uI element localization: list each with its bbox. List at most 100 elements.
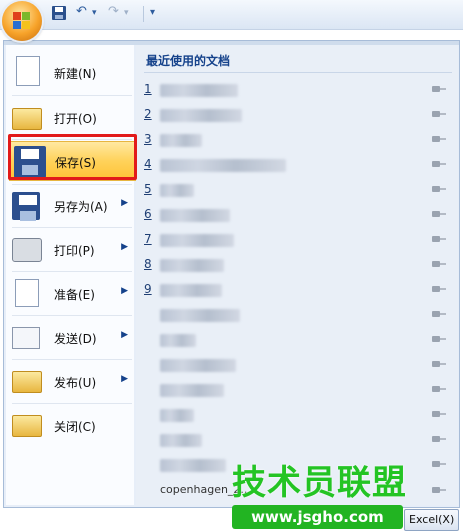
recent-doc-name	[160, 334, 196, 347]
quick-access-toolbar: ↶ ▾ ↷ ▾ ▾	[0, 0, 463, 30]
pin-icon[interactable]	[432, 84, 446, 94]
pin-icon[interactable]	[432, 259, 446, 269]
recent-doc-number: 6	[144, 207, 152, 221]
pin-icon[interactable]	[432, 284, 446, 294]
menu-item-open[interactable]: 打开(O)	[6, 98, 134, 138]
menu-divider	[12, 271, 132, 272]
menu-divider	[12, 403, 132, 404]
undo-dropdown-icon[interactable]: ▾	[92, 8, 97, 18]
recent-doc-row[interactable]	[136, 303, 458, 327]
publish-icon	[12, 371, 42, 393]
recent-documents-title: 最近使用的文档	[146, 54, 231, 68]
pin-icon[interactable]	[432, 434, 446, 444]
pin-icon[interactable]	[432, 209, 446, 219]
recent-doc-name	[160, 359, 236, 372]
redo-dropdown-icon[interactable]: ▾	[124, 8, 129, 18]
pin-icon[interactable]	[432, 384, 446, 394]
recent-title-divider	[144, 72, 452, 73]
recent-doc-number: 4	[144, 157, 152, 171]
recent-doc-row[interactable]	[136, 353, 458, 377]
menu-item-label: 另存为(A)	[54, 200, 108, 214]
pin-icon[interactable]	[432, 159, 446, 169]
menu-item-label: 准备(E)	[54, 288, 95, 302]
pin-icon[interactable]	[432, 309, 446, 319]
menu-item-publish[interactable]: 发布(U) ▶	[6, 362, 134, 402]
recent-doc-number: 2	[144, 107, 152, 121]
recent-doc-row[interactable]: 8	[136, 253, 458, 277]
recent-doc-row[interactable]: 6	[136, 203, 458, 227]
recent-doc-name	[160, 434, 202, 447]
recent-doc-row[interactable]: 5	[136, 178, 458, 202]
recent-doc-row[interactable]: 7	[136, 228, 458, 252]
menu-item-label: 打印(P)	[54, 244, 95, 258]
recent-doc-name	[160, 159, 286, 172]
pin-icon[interactable]	[432, 134, 446, 144]
recent-doc-number: 1	[144, 82, 152, 96]
redo-icon[interactable]: ↷	[108, 4, 119, 19]
menu-divider	[12, 315, 132, 316]
qat-save-icon[interactable]	[52, 6, 66, 20]
recent-doc-name	[160, 459, 226, 472]
menu-item-new[interactable]: 新建(N)	[6, 53, 134, 93]
pin-icon[interactable]	[432, 485, 446, 495]
pin-icon[interactable]	[432, 334, 446, 344]
recent-doc-row[interactable]	[136, 403, 458, 427]
recent-doc-number: 7	[144, 232, 152, 246]
pin-icon[interactable]	[432, 409, 446, 419]
menu-divider	[12, 227, 132, 228]
recent-doc-name	[160, 184, 194, 197]
office-menu: 新建(N) 打开(O) 保存(S) 另存为(A) ▶ 打印(P) ▶ 准备(E)…	[3, 40, 460, 508]
menu-item-prepare[interactable]: 准备(E) ▶	[6, 274, 134, 314]
send-icon	[12, 327, 40, 349]
recent-doc-row[interactable]: 3	[136, 128, 458, 152]
recent-doc-row[interactable]	[136, 428, 458, 452]
pin-icon[interactable]	[432, 359, 446, 369]
recent-doc-name	[160, 284, 222, 297]
pin-icon[interactable]	[432, 459, 446, 469]
recent-doc-name	[160, 259, 224, 272]
watermark-url: www.jsgho.com	[232, 505, 403, 529]
recent-doc-name	[160, 134, 202, 147]
office-button[interactable]	[2, 1, 42, 41]
watermark-text: 技术员联盟	[232, 463, 407, 503]
recent-doc-row[interactable]	[136, 328, 458, 352]
recent-doc-row[interactable]: 1	[136, 78, 458, 102]
recent-doc-row[interactable]: 4	[136, 153, 458, 177]
menu-item-send[interactable]: 发送(D) ▶	[6, 318, 134, 358]
recent-doc-name	[160, 234, 234, 247]
recent-doc-number: 3	[144, 132, 152, 146]
recent-doc-row[interactable]: 9	[136, 278, 458, 302]
submenu-arrow-icon: ▶	[121, 286, 128, 296]
recent-doc-name	[160, 209, 230, 222]
recent-doc-row[interactable]: 2	[136, 103, 458, 127]
menu-item-label: 新建(N)	[54, 67, 97, 81]
customize-toolbar-icon[interactable]: ▾	[150, 7, 155, 18]
menu-item-close[interactable]: 关闭(C)	[6, 406, 134, 446]
save-highlight-annotation	[8, 134, 137, 180]
undo-icon[interactable]: ↶	[76, 4, 87, 19]
submenu-arrow-icon: ▶	[121, 374, 128, 384]
menu-item-label: 打开(O)	[54, 112, 97, 126]
recent-doc-name	[160, 409, 194, 422]
pin-icon[interactable]	[432, 234, 446, 244]
menu-item-label: 发布(U)	[54, 376, 97, 390]
open-folder-icon	[12, 108, 42, 130]
menu-item-print[interactable]: 打印(P) ▶	[6, 230, 134, 270]
recent-doc-name	[160, 309, 240, 322]
close-folder-icon	[12, 415, 42, 437]
prepare-icon	[15, 279, 39, 307]
submenu-arrow-icon: ▶	[121, 330, 128, 340]
menu-item-label: 关闭(C)	[54, 420, 96, 434]
print-icon	[12, 238, 42, 262]
menu-item-save-as[interactable]: 另存为(A) ▶	[6, 186, 134, 226]
recent-doc-number: 8	[144, 257, 152, 271]
menu-divider	[12, 359, 132, 360]
pin-icon[interactable]	[432, 109, 446, 119]
recent-doc-name	[160, 84, 238, 97]
excel-options-button[interactable]: Excel(X)	[404, 509, 459, 531]
menu-divider	[12, 95, 132, 96]
office-logo-icon	[13, 12, 31, 30]
recent-doc-row[interactable]	[136, 378, 458, 402]
pin-icon[interactable]	[432, 184, 446, 194]
toolbar-separator	[143, 6, 144, 22]
